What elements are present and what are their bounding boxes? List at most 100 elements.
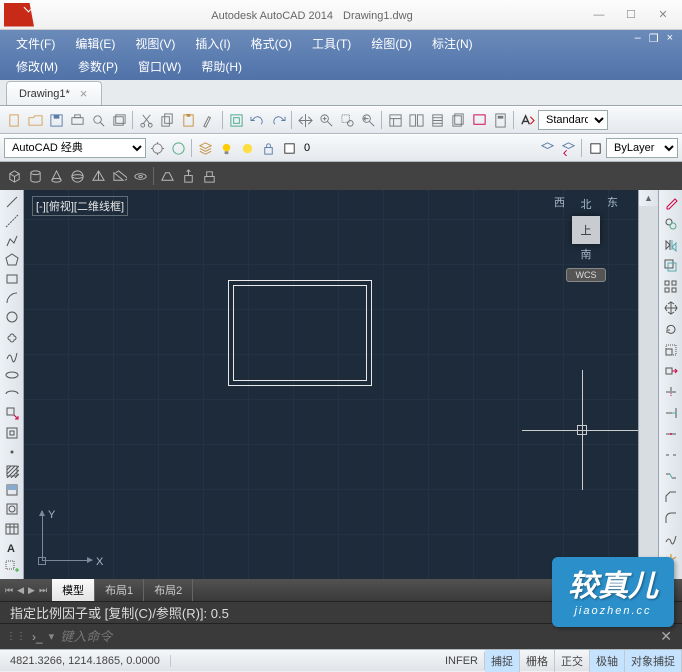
command-input[interactable] bbox=[60, 629, 654, 644]
workspace-save-icon[interactable] bbox=[168, 138, 188, 158]
menu-file[interactable]: 文件(F) bbox=[6, 32, 65, 55]
spline-icon[interactable] bbox=[3, 348, 21, 364]
gradient-icon[interactable] bbox=[3, 482, 21, 498]
polygon-icon[interactable] bbox=[3, 252, 21, 268]
document-tab[interactable]: Drawing1* × bbox=[6, 81, 102, 105]
extend-icon[interactable] bbox=[662, 404, 680, 422]
status-snap[interactable]: 捕捉 bbox=[485, 650, 520, 672]
menu-window[interactable]: 窗口(W) bbox=[128, 55, 191, 78]
close-tab-icon[interactable]: × bbox=[80, 86, 88, 101]
preview-icon[interactable] bbox=[88, 110, 108, 130]
layer-color-icon[interactable] bbox=[279, 138, 299, 158]
bylayer-color-icon[interactable] bbox=[585, 138, 605, 158]
viewcube-south[interactable]: 南 bbox=[556, 246, 616, 262]
revcloud-icon[interactable] bbox=[3, 328, 21, 344]
hatch-icon[interactable] bbox=[3, 463, 21, 479]
trim-icon[interactable] bbox=[662, 383, 680, 401]
designcenter-icon[interactable] bbox=[406, 110, 426, 130]
xline-icon[interactable] bbox=[3, 213, 21, 229]
wedge-icon[interactable] bbox=[109, 166, 129, 186]
menu-help[interactable]: 帮助(H) bbox=[191, 55, 252, 78]
table-icon[interactable] bbox=[3, 520, 21, 536]
rectangle-icon[interactable] bbox=[3, 271, 21, 287]
viewcube-top-face[interactable]: 上 bbox=[572, 216, 600, 244]
publish-icon[interactable] bbox=[109, 110, 129, 130]
match-icon[interactable] bbox=[199, 110, 219, 130]
menu-dimension[interactable]: 标注(N) bbox=[422, 32, 483, 55]
menu-draw[interactable]: 绘图(D) bbox=[361, 32, 422, 55]
tab-prev-icon[interactable]: ◀ bbox=[16, 585, 25, 596]
drawing-canvas[interactable]: [-][俯视][二维线框] 北 西东 上 南 WCS Y X bbox=[24, 190, 638, 579]
rotate-icon[interactable] bbox=[662, 320, 680, 338]
status-infer[interactable]: INFER bbox=[439, 652, 485, 670]
tab-first-icon[interactable]: ⏮ bbox=[4, 585, 14, 596]
status-ortho[interactable]: 正交 bbox=[555, 650, 590, 672]
layer-freeze-icon[interactable] bbox=[237, 138, 257, 158]
sheetset-icon[interactable] bbox=[448, 110, 468, 130]
zoom-window-icon[interactable] bbox=[337, 110, 357, 130]
menu-view[interactable]: 视图(V) bbox=[125, 32, 185, 55]
redo-icon[interactable] bbox=[268, 110, 288, 130]
markup-icon[interactable] bbox=[469, 110, 489, 130]
layer-state-icon[interactable] bbox=[537, 138, 557, 158]
polyline-icon[interactable] bbox=[3, 232, 21, 248]
close-button[interactable]: ✕ bbox=[654, 6, 672, 24]
wcs-badge[interactable]: WCS bbox=[566, 268, 606, 282]
command-close-icon[interactable]: ✕ bbox=[660, 628, 672, 645]
menu-format[interactable]: 格式(O) bbox=[241, 32, 302, 55]
menu-tools[interactable]: 工具(T) bbox=[302, 32, 361, 55]
tab-last-icon[interactable]: ⏭ bbox=[38, 585, 48, 596]
menu-insert[interactable]: 插入(I) bbox=[185, 32, 240, 55]
scroll-up-icon[interactable]: ▲ bbox=[639, 190, 658, 206]
copy-icon[interactable] bbox=[157, 110, 177, 130]
layer-manager-icon[interactable] bbox=[195, 138, 215, 158]
status-grid[interactable]: 栅格 bbox=[520, 650, 555, 672]
maximize-button[interactable]: ☐ bbox=[622, 6, 640, 24]
ellipse-icon[interactable] bbox=[3, 367, 21, 383]
mdi-restore[interactable]: ❐ bbox=[646, 32, 662, 45]
torus-icon[interactable] bbox=[130, 166, 150, 186]
sphere-icon[interactable] bbox=[67, 166, 87, 186]
new-icon[interactable] bbox=[4, 110, 24, 130]
coordinates[interactable]: 4821.3266, 1214.1865, 0.0000 bbox=[0, 655, 171, 667]
array-icon[interactable] bbox=[662, 278, 680, 296]
stretch-icon[interactable] bbox=[662, 362, 680, 380]
mdi-close[interactable]: × bbox=[664, 32, 676, 45]
properties-icon[interactable] bbox=[385, 110, 405, 130]
fillet-icon[interactable] bbox=[662, 509, 680, 527]
mtext-icon[interactable]: A bbox=[3, 540, 21, 556]
layer-prev-icon[interactable] bbox=[558, 138, 578, 158]
block-icon[interactable] bbox=[226, 110, 246, 130]
zoom-realtime-icon[interactable] bbox=[316, 110, 336, 130]
open-icon[interactable] bbox=[25, 110, 45, 130]
viewcube-west[interactable]: 西 bbox=[554, 194, 565, 210]
toolpalette-icon[interactable] bbox=[427, 110, 447, 130]
chamfer-icon[interactable] bbox=[662, 488, 680, 506]
cone-icon[interactable] bbox=[46, 166, 66, 186]
pyramid-icon[interactable] bbox=[88, 166, 108, 186]
cut-icon[interactable] bbox=[136, 110, 156, 130]
blend-icon[interactable] bbox=[662, 530, 680, 548]
calc-icon[interactable] bbox=[490, 110, 510, 130]
line-icon[interactable] bbox=[3, 194, 21, 210]
color-combo[interactable]: ByLayer bbox=[606, 138, 678, 158]
layout-tab-layout1[interactable]: 布局1 bbox=[95, 579, 144, 601]
paste-icon[interactable] bbox=[178, 110, 198, 130]
break-point-icon[interactable] bbox=[662, 425, 680, 443]
pan-icon[interactable] bbox=[295, 110, 315, 130]
addselect-icon[interactable] bbox=[3, 559, 21, 575]
layout-tab-layout2[interactable]: 布局2 bbox=[144, 579, 193, 601]
command-grip-icon[interactable]: ⋮⋮ bbox=[6, 631, 26, 642]
box-icon[interactable] bbox=[4, 166, 24, 186]
insert-block-icon[interactable] bbox=[3, 405, 21, 421]
copy2-icon[interactable] bbox=[662, 215, 680, 233]
extrude-icon[interactable] bbox=[178, 166, 198, 186]
layout-tab-model[interactable]: 模型 bbox=[52, 579, 95, 601]
mirror-icon[interactable] bbox=[662, 236, 680, 254]
workspace-settings-icon[interactable] bbox=[147, 138, 167, 158]
polysolid-icon[interactable] bbox=[157, 166, 177, 186]
viewport-label[interactable]: [-][俯视][二维线框] bbox=[32, 196, 128, 216]
menu-modify[interactable]: 修改(M) bbox=[6, 55, 68, 78]
plot-icon[interactable] bbox=[67, 110, 87, 130]
offset-icon[interactable] bbox=[662, 257, 680, 275]
